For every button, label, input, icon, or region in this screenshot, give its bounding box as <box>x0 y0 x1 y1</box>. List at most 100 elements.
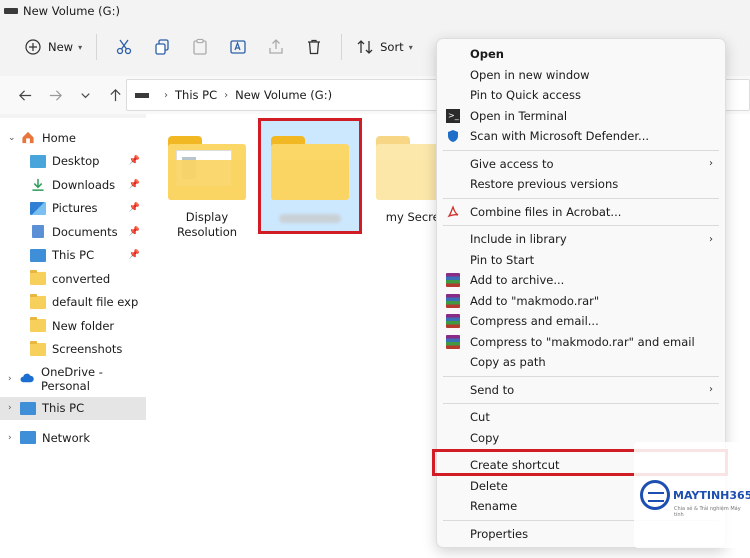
documents-icon <box>32 225 44 239</box>
sidebar-item-documents[interactable]: Documents 📌 <box>0 220 146 244</box>
cloud-icon <box>20 373 34 383</box>
sort-button[interactable]: Sort ▾ <box>350 32 419 62</box>
menu-item-cut[interactable]: Cut <box>437 407 725 428</box>
delete-button[interactable] <box>295 32 333 62</box>
sidebar-item-new-folder[interactable]: New folder <box>0 314 146 338</box>
breadcrumb-this-pc[interactable]: This PC <box>175 88 217 102</box>
copy-icon <box>155 39 169 55</box>
sidebar-item-home[interactable]: ⌄ Home <box>0 126 146 150</box>
sidebar-item-this-pc[interactable]: › This PC <box>0 396 146 420</box>
scissors-icon <box>116 39 132 55</box>
cut-button[interactable] <box>105 32 143 62</box>
menu-item-send-to[interactable]: Send to › <box>437 380 725 401</box>
sidebar-item-downloads[interactable]: Downloads 📌 <box>0 173 146 197</box>
pin-icon: 📌 <box>128 226 140 237</box>
file-explorer-window: New Volume (G:) New ▾ Sort ▾ › This PC ›… <box>0 0 750 558</box>
plus-circle-icon <box>25 39 41 55</box>
pin-icon: 📌 <box>128 179 140 190</box>
menu-item-label: Add to "makmodo.rar" <box>470 293 600 308</box>
menu-item-scan-defender[interactable]: Scan with Microsoft Defender... <box>437 126 725 147</box>
folder-icon <box>30 340 46 356</box>
pin-icon: 📌 <box>128 203 140 214</box>
menu-item-label: Properties <box>470 526 529 541</box>
menu-item-compress-email[interactable]: Compress and email... <box>437 311 725 332</box>
copy-button[interactable] <box>143 32 181 62</box>
downloads-icon <box>32 179 44 192</box>
winrar-icon <box>446 334 460 349</box>
this-pc-icon <box>20 401 36 415</box>
sidebar-item-this-pc-pinned[interactable]: This PC 📌 <box>0 244 146 268</box>
chevron-down-icon: ⌄ <box>8 132 16 143</box>
sidebar-item-label: Screenshots <box>52 342 123 357</box>
folder-icon <box>30 270 46 286</box>
shield-icon <box>448 130 458 142</box>
menu-item-label: Copy as path <box>470 355 546 370</box>
menu-item-label: Compress and email... <box>470 314 599 329</box>
sidebar-item-desktop[interactable]: Desktop 📌 <box>0 150 146 174</box>
menu-item-pin-quick-access[interactable]: Pin to Quick access <box>437 85 725 106</box>
sidebar-item-label: Network <box>42 430 91 445</box>
sidebar-item-network[interactable]: › Network <box>0 426 146 450</box>
pin-icon: 📌 <box>128 156 140 167</box>
sidebar-item-label: This PC <box>42 401 85 416</box>
file-item-display-resolution[interactable]: Display Resolution <box>158 136 256 240</box>
sidebar-item-screenshots[interactable]: Screenshots <box>0 338 146 362</box>
menu-divider <box>443 403 719 404</box>
menu-item-open-new-window[interactable]: Open in new window <box>437 65 725 86</box>
sidebar-item-pictures[interactable]: Pictures 📌 <box>0 197 146 221</box>
menu-item-compress-rar-email[interactable]: Compress to "makmodo.rar" and email <box>437 332 725 353</box>
menu-item-pin-start[interactable]: Pin to Start <box>437 250 725 271</box>
chevron-right-icon: › <box>709 158 713 170</box>
file-item-name: Display Resolution <box>176 210 238 239</box>
sidebar-item-label: This PC <box>52 248 95 263</box>
pin-icon: 📌 <box>128 250 140 261</box>
clipboard-icon <box>193 38 207 55</box>
new-button[interactable]: New ▾ <box>18 32 88 62</box>
rename-button[interactable] <box>219 32 257 62</box>
sidebar-item-label: Desktop <box>52 154 100 169</box>
menu-item-add-archive[interactable]: Add to archive... <box>437 270 725 291</box>
chevron-right-icon: › <box>164 89 168 101</box>
menu-item-add-to-rar[interactable]: Add to "makmodo.rar" <box>437 291 725 312</box>
share-button[interactable] <box>257 32 295 62</box>
terminal-icon: >_ <box>446 108 460 123</box>
menu-item-copy-path[interactable]: Copy as path <box>437 352 725 373</box>
sidebar-item-onedrive[interactable]: › OneDrive - Personal <box>0 365 146 393</box>
folder-icon <box>271 136 349 200</box>
menu-item-include-library[interactable]: Include in library › <box>437 229 725 250</box>
new-button-label: New <box>48 40 74 54</box>
menu-item-restore-versions[interactable]: Restore previous versions <box>437 174 725 195</box>
menu-item-open[interactable]: Open <box>437 44 725 65</box>
menu-item-label: Compress to "makmodo.rar" and email <box>470 334 695 349</box>
watermark-logo: MAYTINH365 Chia sẻ & Trải nghiệm Máy tín… <box>634 442 750 548</box>
chevron-right-icon: › <box>709 233 713 245</box>
menu-divider <box>443 375 719 377</box>
menu-item-label: Restore previous versions <box>470 177 619 192</box>
sidebar-item-converted[interactable]: converted <box>0 267 146 291</box>
window-title: New Volume (G:) <box>23 4 120 18</box>
pc-icon <box>135 92 149 98</box>
blurred-file-name <box>279 214 341 223</box>
sidebar-item-label: Home <box>42 130 76 145</box>
trash-icon <box>308 39 321 55</box>
menu-item-label: Add to archive... <box>470 273 565 288</box>
back-button[interactable] <box>10 81 40 109</box>
file-item-selected-folder[interactable] <box>261 136 359 223</box>
paste-button[interactable] <box>181 32 219 62</box>
navigation-pane: ⌄ Home Desktop 📌 Downloads 📌 Pictures 📌 … <box>0 118 146 558</box>
watermark-tagline: Chia sẻ & Trải nghiệm Máy tính <box>674 506 741 518</box>
menu-item-label: Rename <box>470 499 518 514</box>
chevron-down-icon <box>80 92 90 98</box>
menu-item-label: Include in library <box>470 232 567 247</box>
chevron-right-icon: › <box>8 403 12 414</box>
menu-item-open-terminal[interactable]: >_ Open in Terminal <box>437 106 725 127</box>
toolbar-divider <box>341 34 343 60</box>
breadcrumb-new-volume[interactable]: New Volume (G:) <box>235 88 332 102</box>
menu-item-give-access[interactable]: Give access to › <box>437 154 725 175</box>
sidebar-item-default-file-exp[interactable]: default file exp <box>0 291 146 315</box>
menu-item-combine-acrobat[interactable]: Combine files in Acrobat... <box>437 202 725 223</box>
recent-locations-button[interactable] <box>70 81 100 109</box>
sort-icon <box>357 40 373 54</box>
forward-button[interactable] <box>40 81 70 109</box>
chevron-right-icon: › <box>8 373 12 384</box>
